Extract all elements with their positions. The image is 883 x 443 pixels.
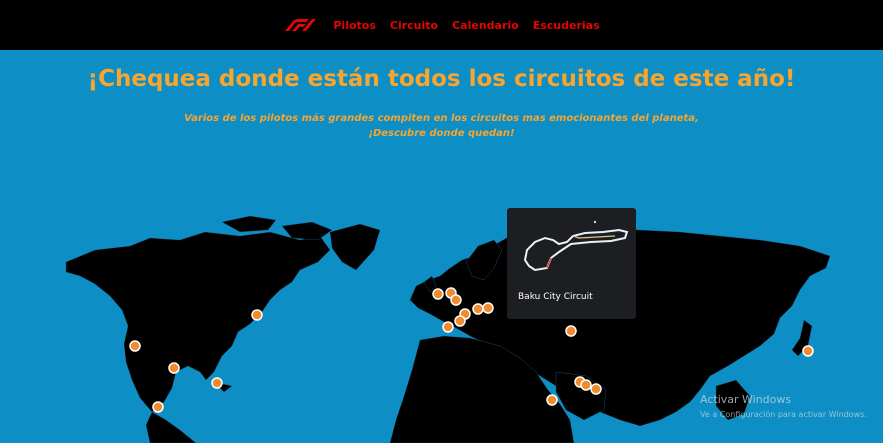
central-america — [145, 411, 197, 443]
windows-activation-subtitle: Ve a Configuración para activar Windows. — [700, 410, 867, 419]
circuit-marker[interactable] — [472, 303, 484, 315]
circuit-marker[interactable] — [565, 325, 577, 337]
circuit-marker[interactable] — [211, 377, 223, 389]
circuit-marker[interactable] — [546, 394, 558, 406]
circuit-marker[interactable] — [590, 383, 602, 395]
circuit-marker[interactable] — [450, 294, 462, 306]
circuit-marker[interactable] — [168, 362, 180, 374]
north-america-landmass — [65, 231, 331, 413]
circuit-tooltip: Baku City Circuit — [507, 208, 636, 319]
circuit-marker[interactable] — [251, 309, 263, 321]
tooltip-circuit-name: Baku City Circuit — [518, 292, 593, 302]
circuit-marker[interactable] — [129, 340, 141, 352]
circuit-marker[interactable] — [580, 379, 592, 391]
windows-activation-title: Activar Windows — [700, 393, 792, 406]
greenland — [329, 223, 381, 271]
north-america-arctic-island — [221, 215, 277, 233]
circuit-marker[interactable] — [152, 401, 164, 413]
circuit-marker[interactable] — [442, 321, 454, 333]
circuit-marker[interactable] — [454, 315, 466, 327]
circuit-marker[interactable] — [482, 302, 494, 314]
world-map[interactable] — [0, 0, 883, 443]
baku-track-layout-icon — [523, 220, 629, 272]
circuit-marker[interactable] — [802, 345, 814, 357]
circuit-marker[interactable] — [432, 288, 444, 300]
